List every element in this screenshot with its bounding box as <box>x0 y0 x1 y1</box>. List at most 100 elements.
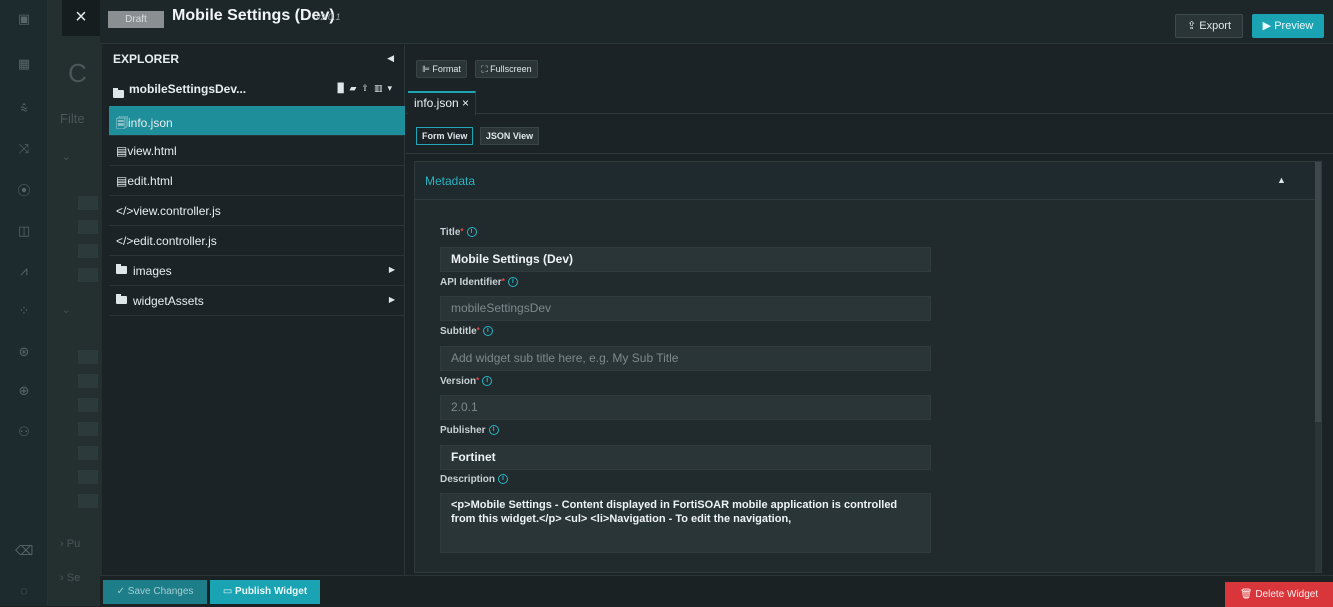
version-input[interactable]: 2.0.1 <box>440 395 931 420</box>
info-icon[interactable]: i <box>488 425 499 436</box>
api-identifier-label: API Identifier* i <box>440 277 518 288</box>
file-item-label: view.html <box>127 144 177 158</box>
info-icon[interactable]: i <box>507 277 518 288</box>
file-item-edit-controller[interactable]: </>edit.controller.js <box>109 226 405 256</box>
form-view-button[interactable]: Form View <box>416 127 474 145</box>
fullscreen-icon: ⛶ <box>481 64 488 74</box>
panel-scrollbar[interactable] <box>1315 162 1321 572</box>
chevron-right-icon: ▶ <box>388 295 395 304</box>
save-changes-button[interactable]: ✓ Save Changes <box>103 580 207 604</box>
app-nav-rail: ▣ ▦ ⩯ ⤨ ⦿ ◫ ⩘ ⁘ ⊛ ⊕ ⚇ ⌫ ◌ <box>0 0 48 606</box>
widget-editor-header: Draft Mobile Settings (Dev) v2.0.1 ⇪ Exp… <box>100 0 1333 44</box>
tab-label: info.json <box>414 96 459 110</box>
profile-icon[interactable]: ◌ <box>15 582 33 600</box>
code-icon: </> <box>116 204 134 218</box>
folder-actions: ▉▰⇧▥▾ <box>338 83 397 94</box>
delete-label: Delete Widget <box>1255 589 1319 600</box>
fullscreen-label: Fullscreen <box>490 64 532 74</box>
reports-icon[interactable]: ⩘ <box>15 262 33 280</box>
folder-item-label: widgetAssets <box>133 294 204 308</box>
trash-icon[interactable]: ⌫ <box>15 542 33 560</box>
info-icon[interactable]: i <box>498 474 509 485</box>
file-item-edit-html[interactable]: ▤edit.html <box>109 166 405 196</box>
chevron-right-icon: ▶ <box>388 265 395 274</box>
api-identifier-input[interactable]: mobileSettingsDev <box>440 296 931 321</box>
editor-footer: ✓ Save Changes ▭ Publish Widget 🗑 Delete… <box>100 575 1333 607</box>
publisher-input[interactable]: Fortinet <box>440 445 931 470</box>
file-icon: 🗐 <box>116 116 128 130</box>
chevron-down-icon[interactable]: ▾ <box>387 83 397 93</box>
subtitle-label: Subtitle* i <box>440 326 493 337</box>
metadata-title: Metadata <box>425 174 476 188</box>
settings-icon[interactable]: ⊛ <box>15 343 33 361</box>
new-file-icon[interactable]: ▉ <box>338 83 350 93</box>
export-icon: ⇪ <box>1186 20 1197 32</box>
delete-widget-button[interactable]: 🗑 Delete Widget <box>1225 582 1333 607</box>
file-item-info-json[interactable]: 🗐info.json <box>109 106 405 136</box>
publish-widget-button[interactable]: ▭ Publish Widget <box>210 580 320 604</box>
view-toggle: Form View JSON View <box>416 126 541 145</box>
upload-icon[interactable]: ⇧ <box>361 83 374 93</box>
chevron-down-icon: ⌄ <box>62 152 71 163</box>
format-button[interactable]: ⊫ Format <box>416 60 467 78</box>
new-folder-icon[interactable]: ▰ <box>349 83 361 93</box>
version-label: Version* i <box>440 376 493 387</box>
collapse-left-icon[interactable]: ◀ <box>387 53 394 64</box>
description-textarea[interactable]: <p>Mobile Settings - Content displayed i… <box>440 493 931 553</box>
root-folder[interactable]: mobileSettingsDev... ▉▰⇧▥▾ <box>109 77 405 105</box>
widget-title: Mobile Settings (Dev) <box>172 7 335 24</box>
automation-icon[interactable]: ⦿ <box>15 182 33 200</box>
save-label: Save Changes <box>127 586 194 597</box>
info-icon[interactable]: i <box>482 376 493 387</box>
format-label: Format <box>432 64 461 74</box>
home-icon[interactable]: ▣ <box>15 10 33 28</box>
draft-badge: Draft <box>108 11 164 28</box>
metadata-header[interactable]: Metadata ▲ <box>415 162 1315 200</box>
folder-icon <box>113 86 130 104</box>
folder-item-images[interactable]: images ▶ <box>109 256 405 286</box>
info-icon[interactable]: i <box>482 326 493 337</box>
info-icon[interactable]: i <box>466 227 477 238</box>
editor-tabs: info.json × <box>406 89 1333 115</box>
subtitle-input[interactable]: Add widget sub title here, e.g. My Sub T… <box>440 346 931 371</box>
chevron-up-icon[interactable]: ▲ <box>1277 175 1286 185</box>
check-icon: ✓ <box>116 586 125 597</box>
export-label: Export <box>1199 20 1232 32</box>
delete-icon[interactable]: ▥ <box>374 83 388 93</box>
preview-label: Preview <box>1274 20 1314 32</box>
background-heading: C <box>68 58 87 88</box>
publish-label: Publish Widget <box>235 586 308 597</box>
dashboard-icon[interactable]: ▦ <box>15 55 33 73</box>
fullscreen-button[interactable]: ⛶ Fullscreen <box>475 60 538 78</box>
background-filter-label: Filte <box>60 111 85 126</box>
close-icon[interactable]: × <box>62 0 100 36</box>
file-item-view-html[interactable]: ▤view.html <box>109 136 405 166</box>
users-icon[interactable]: ⚇ <box>15 423 33 441</box>
close-tab-icon[interactable]: × <box>462 96 469 110</box>
preview-button[interactable]: ▶ Preview <box>1252 14 1324 38</box>
file-item-label: info.json <box>128 116 173 130</box>
title-input[interactable]: Mobile Settings (Dev) <box>440 247 931 272</box>
metadata-panel: Metadata ▲ Title* i Mobile Settings (Dev)… <box>414 161 1322 573</box>
folder-icon <box>116 294 127 304</box>
json-view-button[interactable]: JSON View <box>479 127 540 145</box>
shuffle-icon[interactable]: ⤨ <box>15 140 33 158</box>
briefcase-icon[interactable]: ◫ <box>15 222 33 240</box>
background-page: C Filte ⌄ ⌄ › Pu › Se <box>48 0 102 606</box>
globe-icon[interactable]: ⊕ <box>15 382 33 400</box>
folder-item-widgetassets[interactable]: widgetAssets ▶ <box>109 286 405 316</box>
export-button[interactable]: ⇪ Export <box>1175 14 1243 38</box>
incidents-icon[interactable]: ⩯ <box>15 100 33 118</box>
publisher-label: Publisher i <box>440 425 499 436</box>
explorer-title: EXPLORER <box>113 52 180 66</box>
description-label: Description i <box>440 474 509 485</box>
tab-info-json[interactable]: info.json × <box>408 91 477 115</box>
file-item-view-controller[interactable]: </>view.controller.js <box>109 196 405 226</box>
folder-item-label: images <box>133 264 172 278</box>
chevron-down-icon: ⌄ <box>62 305 71 316</box>
editor-toolbar: ⊫ Format ⛶ Fullscreen <box>416 59 542 78</box>
apps-icon[interactable]: ⁘ <box>15 302 33 320</box>
file-item-label: view.controller.js <box>133 204 221 218</box>
widget-version: v2.0.1 <box>316 12 341 22</box>
folder-icon <box>116 264 127 274</box>
